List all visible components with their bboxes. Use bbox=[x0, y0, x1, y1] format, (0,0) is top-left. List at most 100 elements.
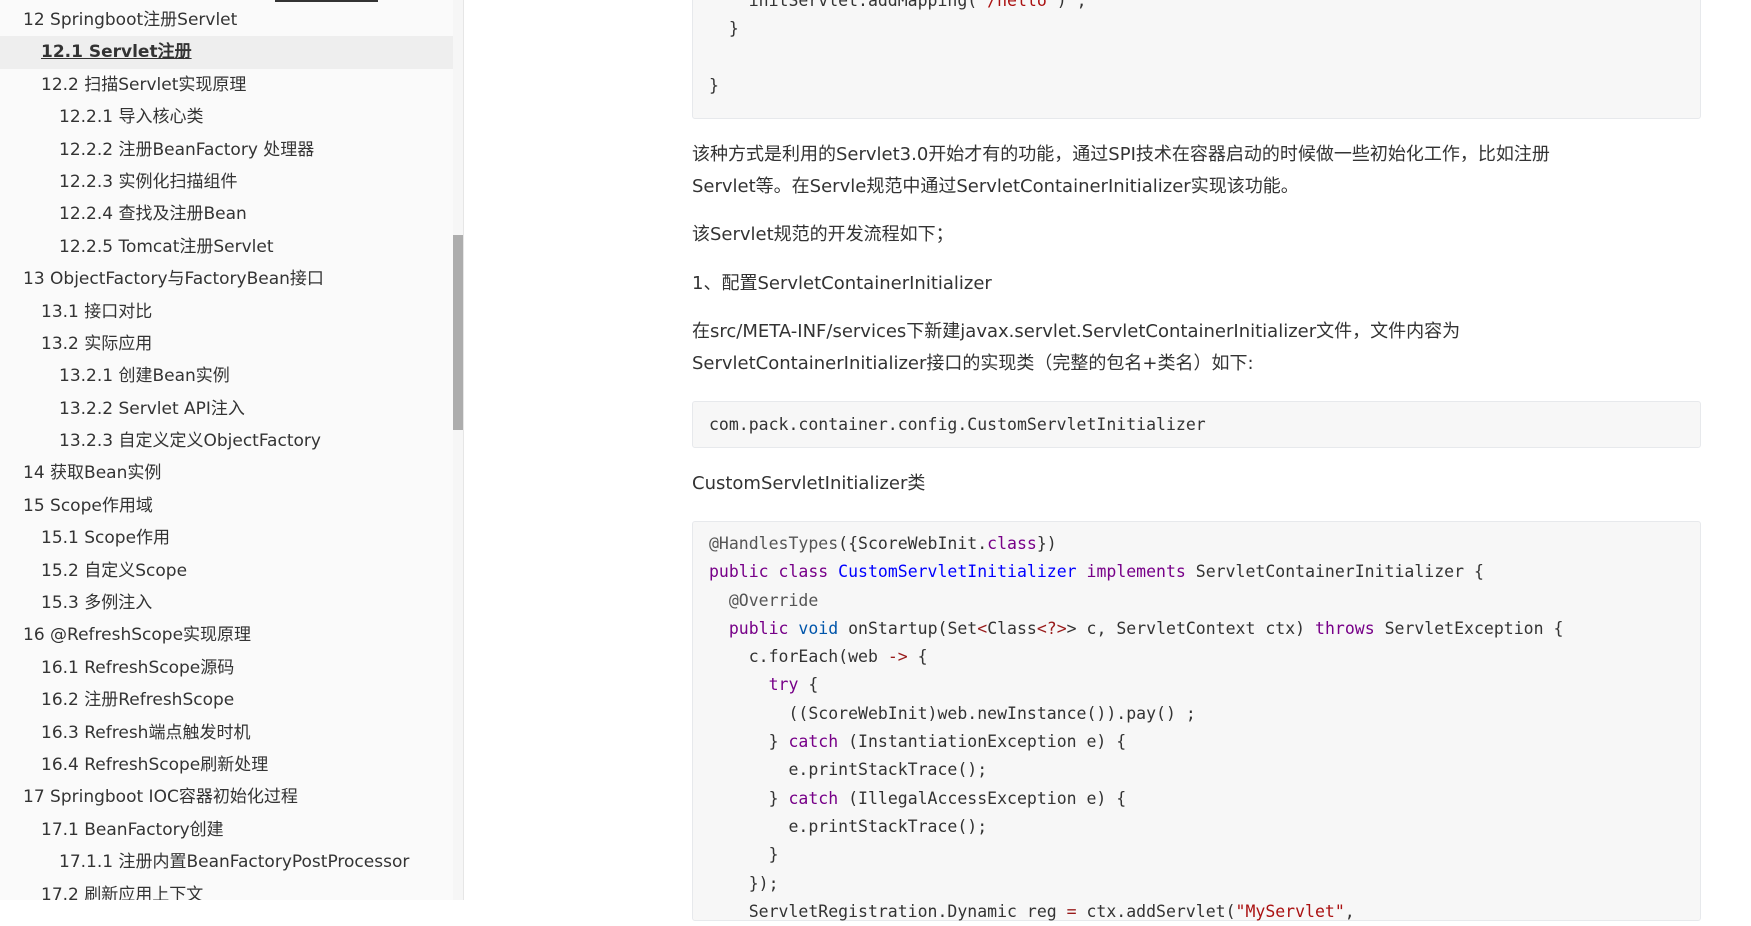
code-token: }) bbox=[1037, 534, 1057, 553]
toc-item[interactable]: 12.1 Servlet注册 bbox=[0, 36, 453, 68]
code-line: }); bbox=[709, 870, 1684, 898]
code-token: Class bbox=[987, 619, 1037, 638]
paragraph-flow: 该Servlet规范的开发流程如下； bbox=[692, 219, 1703, 251]
code-token: = bbox=[1067, 902, 1077, 921]
toc-item[interactable]: 12 Springboot注册Servlet bbox=[0, 4, 453, 36]
code-token: catch bbox=[788, 732, 838, 751]
code-token: , bbox=[1345, 902, 1355, 921]
code-line: } catch (IllegalAccessException e) { bbox=[709, 785, 1684, 813]
toc-item-label: 13.2.1 创建Bean实例 bbox=[59, 366, 230, 386]
code-token: > c, ServletContext ctx) bbox=[1067, 619, 1315, 638]
toc-item-label: 16.1 RefreshScope源码 bbox=[41, 658, 234, 678]
code-token: } bbox=[709, 19, 739, 38]
code-token bbox=[828, 562, 838, 581]
toc-item[interactable]: 12.2.5 Tomcat注册Servlet bbox=[0, 231, 453, 263]
toc-item[interactable]: 12.2.2 注册BeanFactory 处理器 bbox=[0, 134, 453, 166]
toc-item[interactable]: 13 ObjectFactory与FactoryBean接口 bbox=[0, 263, 453, 295]
toc-item[interactable]: 16.2 注册RefreshScope bbox=[0, 684, 453, 716]
toc-item[interactable]: 13.1 接口对比 bbox=[0, 296, 453, 328]
toc-item[interactable]: 12.2 扫描Servlet实现原理 bbox=[0, 69, 453, 101]
toc-item[interactable]: 12.2.3 实例化扫描组件 bbox=[0, 166, 453, 198]
code-line: @Override bbox=[709, 587, 1684, 615]
toc-item-label: 14 获取Bean实例 bbox=[23, 463, 161, 483]
code-line: } bbox=[709, 72, 1700, 100]
code-token: (IllegalAccessException e) { bbox=[838, 789, 1126, 808]
step-heading: 1、配置ServletContainerInitializer bbox=[692, 268, 1703, 300]
toc-item[interactable]: 16.3 Refresh端点触发时机 bbox=[0, 717, 453, 749]
code-token: onStartup(Set bbox=[838, 619, 977, 638]
code-token: } bbox=[709, 789, 788, 808]
code-token: ServletContainerInitializer { bbox=[1186, 562, 1484, 581]
paragraph-line: ServletContainerInitializer接口的实现类（完整的包名+… bbox=[692, 348, 1703, 380]
code-token: initServlet.addMapping( bbox=[709, 0, 977, 10]
code-line: initServlet.addMapping("/hello") ; bbox=[709, 0, 1700, 15]
code-token bbox=[788, 619, 798, 638]
code-token bbox=[1077, 562, 1087, 581]
code-text: com.pack.container.config.CustomServletI… bbox=[709, 415, 1206, 434]
toc-item-label: 12.1 Servlet注册 bbox=[41, 42, 192, 62]
toc-item[interactable]: 13.2 实际应用 bbox=[0, 328, 453, 360]
code-line: ((ScoreWebInit)web.newInstance()).pay() … bbox=[709, 700, 1684, 728]
code-token: try bbox=[709, 675, 798, 694]
code-line: } catch (InstantiationException e) { bbox=[709, 728, 1684, 756]
sidebar-scrollbar[interactable] bbox=[453, 0, 463, 900]
code-token: ) ; bbox=[1057, 0, 1087, 10]
toc-item[interactable]: 15.3 多例注入 bbox=[0, 587, 453, 619]
toc-item[interactable]: 17.1 BeanFactory创建 bbox=[0, 814, 453, 846]
toc-item[interactable]: 16.1 RefreshScope源码 bbox=[0, 652, 453, 684]
toc-item[interactable]: 14 获取Bean实例 bbox=[0, 457, 453, 489]
code-line: try { bbox=[709, 671, 1684, 699]
code-line: } bbox=[709, 15, 1700, 43]
toc-item-label: 12.2.5 Tomcat注册Servlet bbox=[59, 237, 274, 257]
code-token: } bbox=[709, 845, 779, 864]
paragraph-spi: 该种方式是利用的Servlet3.0开始才有的功能，通过SPI技术在容器启动的时… bbox=[692, 139, 1703, 203]
toc-item[interactable]: 16.4 RefreshScope刷新处理 bbox=[0, 749, 453, 781]
toc-item[interactable]: 15 Scope作用域 bbox=[0, 490, 453, 522]
code-token: ((ScoreWebInit)web.newInstance()).pay() … bbox=[709, 704, 1196, 723]
toc-item[interactable]: 12.2.4 查找及注册Bean bbox=[0, 198, 453, 230]
toc-item-label: 13 ObjectFactory与FactoryBean接口 bbox=[23, 269, 324, 289]
code-token: @Override bbox=[709, 591, 818, 610]
toc-item-label: 17.2 刷新应用上下文 bbox=[41, 885, 203, 900]
toc-item[interactable]: 13.2.1 创建Bean实例 bbox=[0, 360, 453, 392]
toc-list: 12 Springboot注册Servlet 12.1 Servlet注册 12.2… bbox=[0, 4, 453, 900]
code-token: public bbox=[709, 562, 769, 581]
toc-item-label: 13.2 实际应用 bbox=[41, 334, 152, 354]
code-token: catch bbox=[788, 789, 838, 808]
toc-item-label: 15.3 多例注入 bbox=[41, 593, 152, 613]
toc-item[interactable]: 12.2.1 导入核心类 bbox=[0, 101, 453, 133]
toc-item[interactable]: 15.1 Scope作用 bbox=[0, 522, 453, 554]
toc-item[interactable]: 13.2.3 自定义定义ObjectFactory bbox=[0, 425, 453, 457]
paragraph-line: 该种方式是利用的Servlet3.0开始才有的功能，通过SPI技术在容器启动的时… bbox=[692, 139, 1703, 171]
code-token: CustomServletInitializer bbox=[838, 562, 1076, 581]
toc-item-label: 17.1 BeanFactory创建 bbox=[41, 820, 224, 840]
toc-item-label: 15.1 Scope作用 bbox=[41, 528, 170, 548]
toc-item[interactable]: 17.1.1 注册内置BeanFactoryPostProcessor bbox=[0, 846, 453, 878]
toc-item-label: 12.2.3 实例化扫描组件 bbox=[59, 172, 237, 192]
code-token bbox=[769, 562, 779, 581]
code-token: ctx.addServlet( bbox=[1077, 902, 1236, 921]
code-line: public class CustomServletInitializer im… bbox=[709, 558, 1684, 586]
code-line: e.printStackTrace(); bbox=[709, 813, 1684, 841]
toc-item[interactable]: 13.2.2 Servlet API注入 bbox=[0, 393, 453, 425]
code-token: < bbox=[977, 619, 987, 638]
code-token: <?> bbox=[1037, 619, 1067, 638]
toc-item[interactable]: 17.2 刷新应用上下文 bbox=[0, 879, 453, 900]
scrollbar-thumb[interactable] bbox=[453, 235, 463, 430]
toc-item[interactable]: 16 @RefreshScope实现原理 bbox=[0, 619, 453, 651]
toc-item-label: 12.2.2 注册BeanFactory 处理器 bbox=[59, 140, 314, 160]
toc-item-label: 15.2 自定义Scope bbox=[41, 561, 187, 581]
code-line: } bbox=[709, 841, 1684, 869]
toc-item[interactable]: 15.2 自定义Scope bbox=[0, 555, 453, 587]
toc-item[interactable]: 17 Springboot IOC容器初始化过程 bbox=[0, 781, 453, 813]
code-token: e.printStackTrace(); bbox=[709, 760, 987, 779]
code-line: public void onStartup(Set<Class<?>> c, S… bbox=[709, 615, 1684, 643]
code-token: implements bbox=[1087, 562, 1186, 581]
code-line: ServletRegistration.Dynamic reg = ctx.ad… bbox=[709, 898, 1684, 926]
code-block-classname: com.pack.container.config.CustomServletI… bbox=[692, 401, 1701, 448]
toc-item-label: 17.1.1 注册内置BeanFactoryPostProcessor bbox=[59, 852, 409, 872]
code-token: { bbox=[798, 675, 818, 694]
toc-item-label: 16.4 RefreshScope刷新处理 bbox=[41, 755, 268, 775]
toc-item-label: 12.2.1 导入核心类 bbox=[59, 107, 203, 127]
code-token: ServletRegistration.Dynamic reg bbox=[709, 902, 1067, 921]
